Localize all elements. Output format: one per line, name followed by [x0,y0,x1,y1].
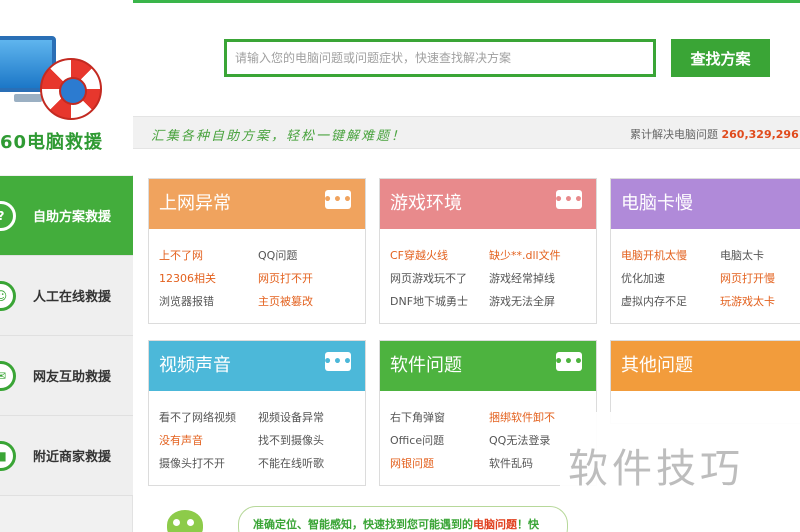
lifebuoy-icon [40,58,102,120]
problem-link[interactable]: 看不了网络视频 [159,409,258,425]
person-icon: ☺ [0,281,16,311]
card-title: 其他问题 [621,355,693,376]
problem-link[interactable]: 视频设备异常 [258,409,358,425]
problem-link[interactable]: 游戏经常掉线 [489,270,589,286]
category-card-games: 游戏环境 ••• CF穿越火线 缺少**.dll文件 网页游戏玩不了 游戏经常掉… [379,178,597,324]
card-links: CF穿越火线 缺少**.dll文件 网页游戏玩不了 游戏经常掉线 DNF地下城勇… [380,229,596,323]
sidebar: 60电脑救援 ? 自助方案救援 ☺ 人工在线救援 ✉ 网友互助救援 ■ 附近商家… [0,0,133,532]
search-button[interactable]: 查找方案 [671,39,770,77]
more-icon[interactable]: ••• [323,190,352,209]
sidebar-item-nearby-merchants[interactable]: ■ 附近商家救援 [0,416,133,496]
bubble-text-main: 准确定位、智能感知，快速找到您可能遇到的 [253,518,473,531]
card-header[interactable]: 其他问题 [611,341,800,391]
card-title: 软件问题 [390,355,462,376]
sidebar-item-community-help[interactable]: ✉ 网友互助救援 [0,336,133,416]
more-icon[interactable]: ••• [554,190,583,209]
problem-link[interactable]: CF穿越火线 [390,247,489,263]
problem-link[interactable]: 虚拟内存不足 [621,293,720,309]
card-title: 上网异常 [159,193,231,214]
card-links: 上不了网 QQ问题 12306相关 网页打不开 浏览器报错 主页被篡改 [149,229,365,323]
chat-icon: ✉ [0,361,16,391]
truck-icon: ■ [0,441,16,471]
robot-mascot-icon [167,510,203,532]
more-icon[interactable]: ••• [554,352,583,371]
solved-stats: 累计解决电脑问题 260,329,296 [630,126,799,142]
card-header[interactable]: 软件问题 ••• [380,341,596,391]
slogan-band: 汇集各种自助方案，轻松一键解难题！ 累计解决电脑问题 260,329,296 [133,116,800,149]
search-box [224,39,656,77]
category-card-network: 上网异常 ••• 上不了网 QQ问题 12306相关 网页打不开 浏览器报错 主… [148,178,366,324]
sidebar-item-label: 附近商家救援 [33,450,112,465]
more-icon[interactable]: ••• [323,352,352,371]
brand-name: 60电脑救援 [0,132,104,153]
problem-link[interactable]: 网页游戏玩不了 [390,270,489,286]
problem-link[interactable]: 网页打不开 [258,270,358,286]
sidebar-item-label: 自助方案救援 [33,210,112,225]
logo[interactable]: 60电脑救援 [0,0,133,175]
card-links: 电脑开机太慢 电脑太卡 优化加速 网页打开慢 虚拟内存不足 玩游戏太卡 [611,229,800,323]
search-input[interactable] [227,42,653,74]
problem-link[interactable]: 网银问题 [390,455,489,471]
sidebar-item-self-help[interactable]: ? 自助方案救援 [0,176,133,256]
bubble-highlight: 电脑问题 [473,518,517,531]
card-title: 电脑卡慢 [621,193,693,214]
problem-link[interactable]: 优化加速 [621,270,720,286]
stats-label: 累计解决电脑问题 [630,128,718,141]
question-icon: ? [0,201,16,231]
category-card-slow-pc: 电脑卡慢 电脑开机太慢 电脑太卡 优化加速 网页打开慢 虚拟内存不足 玩游戏太卡 [610,178,800,324]
problem-link[interactable]: 玩游戏太卡 [720,293,800,309]
problem-link[interactable]: 主页被篡改 [258,293,358,309]
problem-link[interactable]: 不能在线听歌 [258,455,358,471]
problem-link[interactable]: 电脑太卡 [720,247,800,263]
card-header[interactable]: 电脑卡慢 [611,179,800,229]
speech-bubble: 准确定位、智能感知，快速找到您可能遇到的电脑问题！快 [238,506,568,532]
monitor-stand-icon [14,94,42,102]
top-accent-line [133,0,800,3]
problem-link[interactable]: 右下角弹窗 [390,409,489,425]
problem-link[interactable]: Office问题 [390,432,489,448]
card-title: 游戏环境 [390,193,462,214]
card-header[interactable]: 上网异常 ••• [149,179,365,229]
stats-value: 260,329,296 [721,128,799,141]
problem-link[interactable]: 网页打开慢 [720,270,800,286]
sidebar-nav: ? 自助方案救援 ☺ 人工在线救援 ✉ 网友互助救援 ■ 附近商家救援 [0,176,133,496]
card-title: 视频声音 [159,355,231,376]
problem-link[interactable]: QQ问题 [258,247,358,263]
problem-link[interactable]: 上不了网 [159,247,258,263]
problem-link[interactable]: 12306相关 [159,270,258,286]
bubble-text: 准确定位、智能感知，快速找到您可能遇到的电脑问题！快 [253,516,539,532]
card-links: 看不了网络视频 视频设备异常 没有声音 找不到摄像头 摄像头打不开 不能在线听歌 [149,391,365,485]
sidebar-item-label: 网友互助救援 [33,370,112,385]
problem-link[interactable]: 摄像头打不开 [159,455,258,471]
sidebar-item-online-support[interactable]: ☺ 人工在线救援 [0,256,133,336]
card-header[interactable]: 视频声音 ••• [149,341,365,391]
card-header[interactable]: 游戏环境 ••• [380,179,596,229]
category-card-audio-video: 视频声音 ••• 看不了网络视频 视频设备异常 没有声音 找不到摄像头 摄像头打… [148,340,366,486]
problem-link[interactable]: 缺少**.dll文件 [489,247,589,263]
watermark: 软件技巧 [568,446,744,492]
bubble-text-tail: ！快 [517,518,539,531]
problem-link[interactable]: 没有声音 [159,432,258,448]
problem-link[interactable]: 游戏无法全屏 [489,293,589,309]
sidebar-item-label: 人工在线救援 [33,290,112,305]
slogan: 汇集各种自助方案，轻松一键解难题！ [151,129,407,144]
problem-link[interactable]: DNF地下城勇士 [390,293,489,309]
problem-link[interactable]: 浏览器报错 [159,293,258,309]
problem-link[interactable]: 找不到摄像头 [258,432,358,448]
problem-link[interactable]: 电脑开机太慢 [621,247,720,263]
